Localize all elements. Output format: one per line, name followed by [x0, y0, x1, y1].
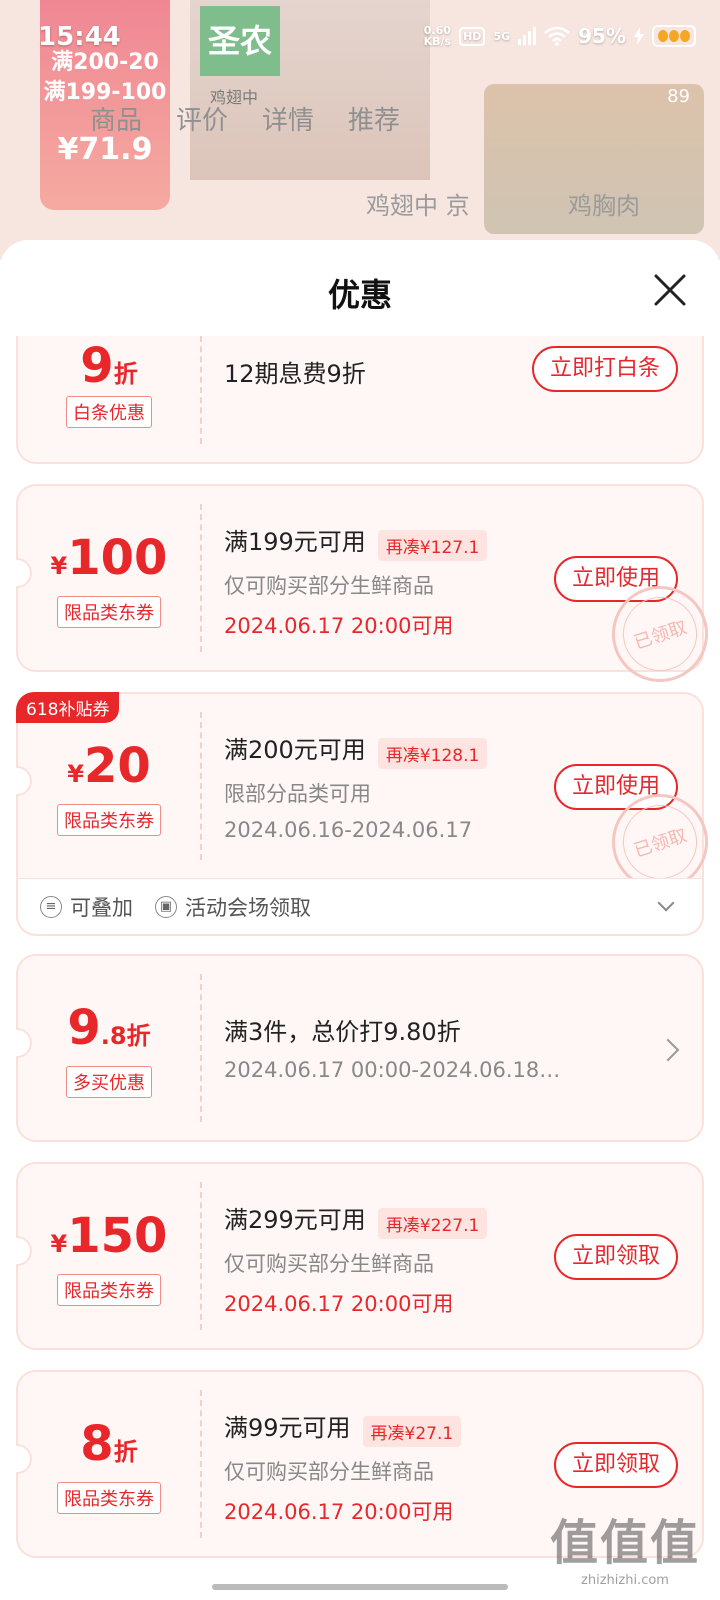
status-icons: 0.60 KB/s HD 5G 95% — [424, 24, 696, 48]
subsidy-badge: 618补贴券 — [16, 692, 120, 723]
chevron-right-icon[interactable] — [656, 1038, 680, 1062]
status-bar: 15:44 0.60 KB/s HD 5G 95% — [0, 0, 720, 76]
watermark-logo: 值值值 zhizhizhi.com — [549, 1515, 700, 1588]
coupon-date: 2024.06.17 00:00-2024.06.18… — [224, 1058, 561, 1082]
network-speed: 0.60 KB/s — [423, 24, 452, 48]
coupon-type-tag: 限品类东券 — [57, 1482, 161, 1514]
coupon-date: 2024.06.16-2024.06.17 — [224, 818, 473, 842]
battery-percent: 95% — [578, 24, 626, 48]
charging-icon — [634, 27, 644, 45]
coupon-title: 满3件，总价打9.80折 — [224, 1018, 461, 1046]
coupon-card-20: ¥20 限品类东券 618补贴券 满200元可用 再凑¥128.1 限部分品类可用… — [16, 692, 720, 936]
coupon-type-tag: 白条优惠 — [66, 396, 152, 428]
coupon-date: 2024.06.17 20:00可用 — [224, 1500, 454, 1524]
coupon-title: 12期息费9折 — [224, 360, 366, 388]
coupon-footer[interactable]: ≡ 可叠加 ▣ 活动会场领取 — [18, 878, 702, 934]
claim-coupon-button[interactable]: 立即领取 — [553, 1442, 678, 1488]
coupon-title: 满200元可用 — [224, 736, 366, 764]
coupon-title: 满299元可用 — [224, 1206, 366, 1234]
claim-coupon-button[interactable]: 立即领取 — [553, 1234, 678, 1280]
coupon-amount: 100 — [67, 530, 168, 586]
coupon-amount: 9 — [80, 338, 114, 394]
coupon-desc: 仅可购买部分生鲜商品 — [224, 574, 434, 598]
amount-needed-badge: 再凑¥128.1 — [377, 738, 488, 769]
network-type: 5G — [493, 29, 511, 43]
signal-icon — [518, 27, 537, 45]
amount-needed-badge: 再凑¥27.1 — [362, 1416, 462, 1447]
coupon-source-label: 活动会场领取 — [185, 895, 311, 920]
coupon-amount: 150 — [67, 1208, 168, 1264]
amount-needed-badge: 再凑¥227.1 — [377, 1208, 488, 1239]
use-baitiao-button[interactable]: 立即打白条 — [531, 346, 678, 392]
coupon-list[interactable]: 9折 白条优惠 12期息费9折 立即打白条 ¥100 限品类东券 满199元可用… — [0, 336, 720, 1600]
coupon-title: 满99元可用 — [224, 1414, 351, 1442]
coupon-date: 2024.06.17 20:00可用 — [224, 1292, 454, 1316]
coupon-type-tag: 限品类东券 — [57, 1274, 161, 1306]
hd-icon: HD — [459, 26, 486, 46]
amount-needed-badge: 再凑¥127.1 — [377, 530, 488, 561]
coupon-card-150: ¥150 限品类东券 满299元可用 再凑¥227.1 仅可购买部分生鲜商品 20… — [16, 1162, 704, 1350]
sheet-header: 优惠 — [0, 240, 720, 340]
coupon-amount: 9 — [67, 1000, 101, 1056]
coupon-type-tag: 限品类东券 — [57, 596, 161, 628]
coupon-card-multibuy[interactable]: 9.8折 多买优惠 满3件，总价打9.80折 2024.06.17 00:00-… — [16, 954, 704, 1142]
sheet-title: 优惠 — [327, 276, 392, 314]
coupon-title: 满199元可用 — [224, 528, 366, 556]
status-time: 15:44 — [38, 22, 121, 52]
stack-icon: ≡ — [40, 895, 62, 918]
coupon-amount: 20 — [83, 738, 151, 794]
home-indicator[interactable] — [212, 1584, 508, 1590]
wifi-icon — [544, 26, 570, 46]
coupon-card-baitiao: 9折 白条优惠 12期息费9折 立即打白条 — [16, 336, 704, 464]
coupon-type-tag: 多买优惠 — [66, 1066, 152, 1098]
chevron-down-icon[interactable] — [657, 894, 675, 912]
coupon-desc: 仅可购买部分生鲜商品 — [224, 1460, 434, 1484]
ticket-icon: ▣ — [155, 895, 177, 918]
battery-icon — [652, 25, 696, 47]
close-icon[interactable] — [650, 270, 690, 310]
coupon-type-tag: 限品类东券 — [57, 804, 161, 836]
coupon-desc: 限部分品类可用 — [224, 782, 371, 806]
coupon-card-100: ¥100 限品类东券 满199元可用 再凑¥127.1 仅可购买部分生鲜商品 20… — [16, 484, 720, 695]
offers-sheet: 优惠 9折 白条优惠 12期息费9折 立即打白条 ¥100 限品类东券 满199… — [0, 240, 720, 1600]
stackable-label: 可叠加 — [70, 895, 133, 920]
coupon-date: 2024.06.17 20:00可用 — [224, 614, 454, 638]
coupon-desc: 仅可购买部分生鲜商品 — [224, 1252, 434, 1276]
coupon-amount: 8 — [80, 1416, 114, 1472]
